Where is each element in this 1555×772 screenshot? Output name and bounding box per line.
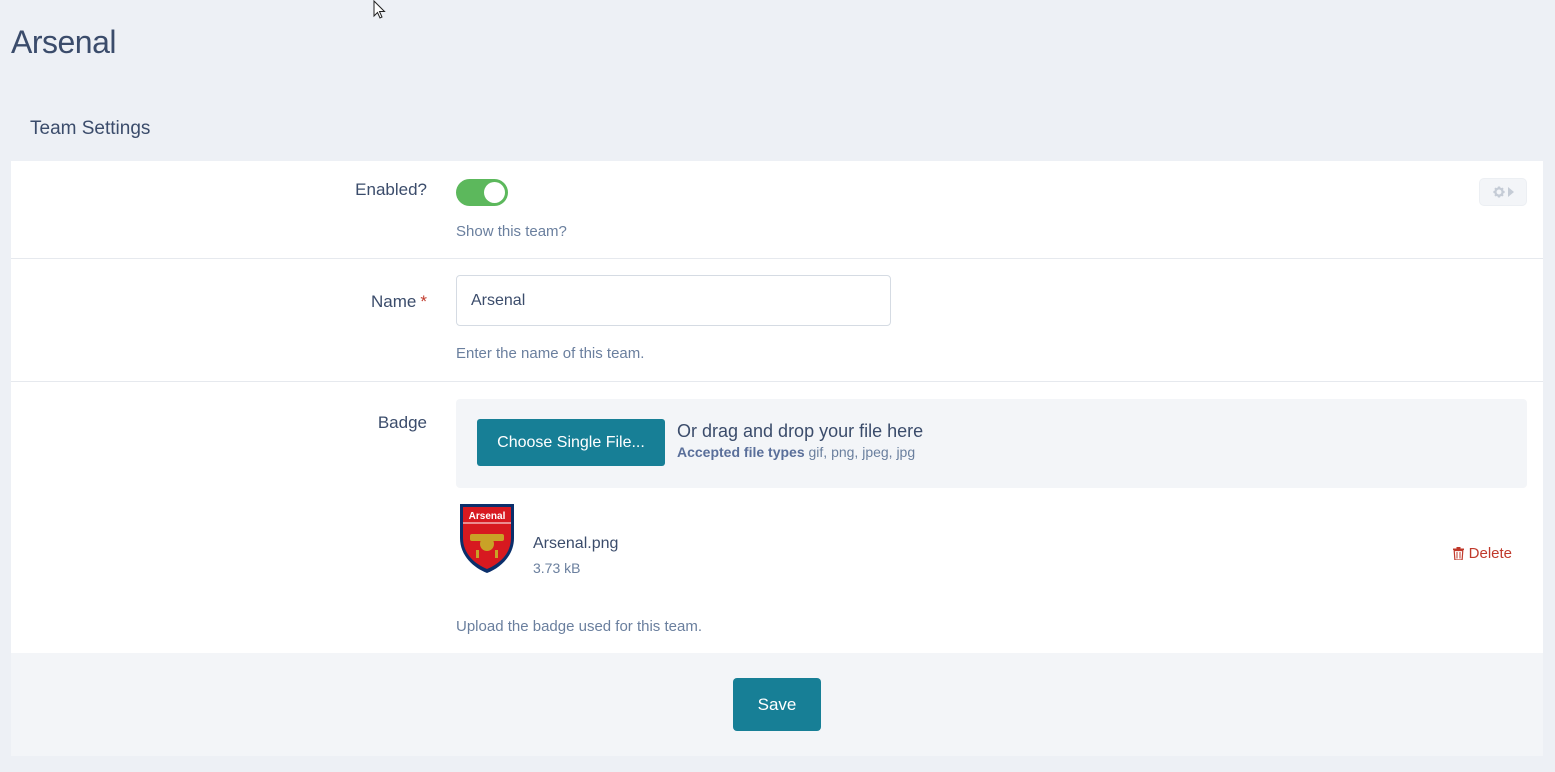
badge-label: Badge — [377, 413, 427, 432]
gear-icon — [1493, 186, 1505, 198]
section-title: Team Settings — [30, 118, 151, 139]
badge-row: Badge Choose Single File... Or drag and … — [11, 382, 1543, 653]
mouse-cursor-icon — [373, 0, 386, 19]
field-settings-button[interactable] — [1479, 178, 1527, 206]
drop-text: Or drag and drop your file here — [677, 421, 924, 441]
accepted-file-types: Accepted file types gif, png, jpeg, jpg — [677, 444, 915, 460]
badge-help: Upload the badge used for this team. — [456, 618, 702, 635]
caret-right-icon — [1508, 187, 1514, 197]
name-row: Name* Enter the name of this team. — [11, 259, 1543, 382]
team-settings-panel: Enabled? Show this team? Name* Enter the… — [11, 161, 1543, 756]
delete-file-button[interactable]: Delete — [1452, 545, 1512, 562]
file-name: Arsenal.png — [533, 535, 619, 552]
accepted-label: Accepted file types — [677, 444, 805, 460]
name-label: Name * — [371, 292, 427, 312]
enabled-row: Enabled? Show this team? — [11, 161, 1543, 259]
badge-thumbnail: Arsenal — [460, 504, 514, 573]
file-size: 3.73 kB — [533, 560, 581, 576]
delete-label: Delete — [1468, 545, 1512, 562]
name-help: Enter the name of this team. — [456, 345, 645, 362]
save-button[interactable]: Save — [733, 678, 821, 731]
choose-file-button[interactable]: Choose Single File... — [477, 419, 665, 466]
accepted-types: gif, png, jpeg, jpg — [808, 444, 916, 460]
enabled-help: Show this team? — [456, 223, 567, 240]
page: Arsenal Team Settings Enabled? Show this… — [0, 0, 1555, 772]
name-input[interactable] — [456, 275, 891, 326]
svg-text:Arsenal: Arsenal — [469, 511, 506, 522]
trash-icon — [1452, 547, 1464, 560]
toggle-knob — [484, 182, 505, 203]
file-dropzone[interactable]: Choose Single File... Or drag and drop y… — [456, 399, 1527, 488]
name-label-text: Name — [371, 292, 417, 311]
form-footer: Save — [11, 653, 1543, 756]
enabled-label: Enabled? — [355, 180, 427, 199]
page-title: Arsenal — [11, 24, 117, 60]
required-marker: * — [420, 292, 427, 311]
enabled-toggle[interactable] — [456, 179, 508, 206]
